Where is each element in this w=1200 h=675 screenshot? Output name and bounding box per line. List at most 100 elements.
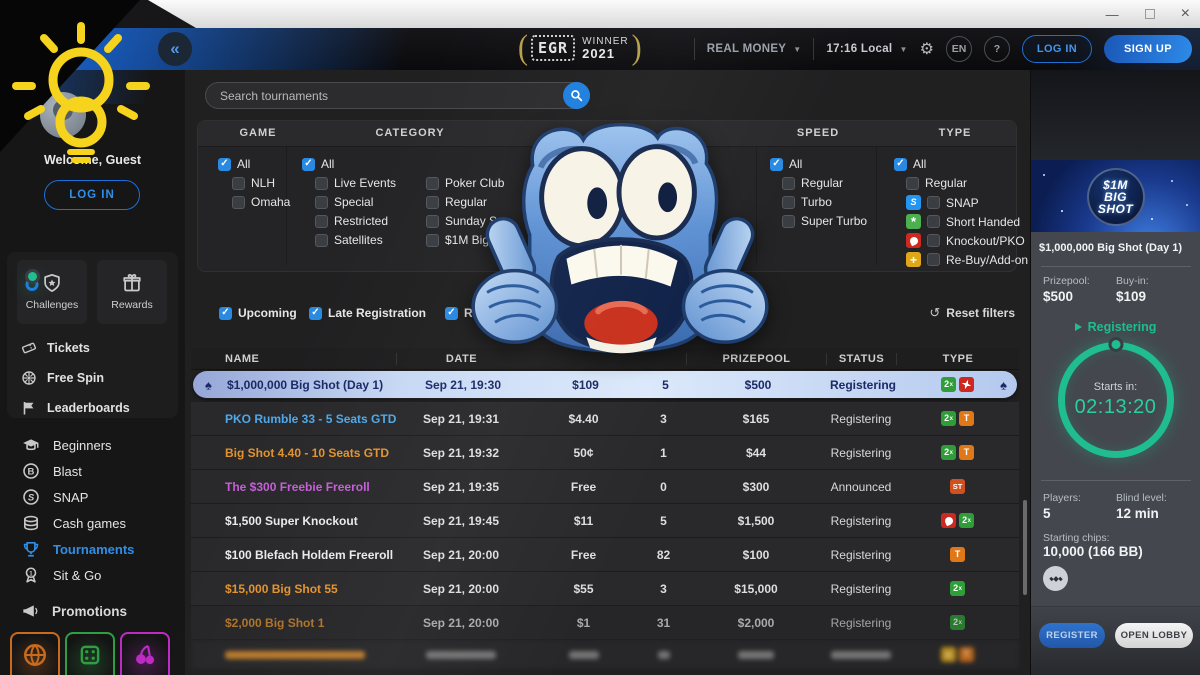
satellite-button[interactable] — [1043, 566, 1068, 591]
filter-checkbox-satellites[interactable]: Satellites — [315, 233, 383, 247]
reset-icon: ↺ — [929, 305, 940, 321]
sidebar-item-promotions[interactable]: Promotions — [0, 598, 185, 624]
table-row[interactable]: PKO Rumble 33 - 5 Seats GTD Sep 21, 19:3… — [191, 402, 1019, 436]
badge-reentry-icon: 2x — [941, 445, 956, 460]
tournament-table: $1,000,000 Big Shot (Day 1) Sep 21, 19:3… — [191, 370, 1019, 670]
egr-year: 2021 — [582, 47, 629, 60]
column-header-name[interactable]: NAME — [191, 353, 396, 365]
big-shot-banner[interactable]: $1M BIG SHOT — [1031, 160, 1200, 232]
tile-label: Rewards — [111, 299, 152, 311]
filter-label: Regular — [801, 176, 843, 190]
language-button[interactable]: EN — [946, 36, 972, 62]
filter-checkbox-re-buy-add-on[interactable]: +Re-Buy/Add-on — [906, 252, 1028, 267]
settings-gear-icon[interactable]: ⚙ — [920, 39, 934, 59]
search-button[interactable] — [563, 82, 590, 109]
table-row[interactable]: $100 Blefach Holdem Freeroll Sep 21, 20:… — [191, 538, 1019, 572]
table-row[interactable]: $1,500 Super Knockout Sep 21, 19:45 $11 … — [191, 504, 1019, 538]
help-button[interactable]: ? — [984, 36, 1010, 62]
open-lobby-button[interactable]: OPEN LOBBY — [1115, 623, 1193, 648]
login-button[interactable]: LOG IN — [1022, 35, 1092, 63]
sidebar-item-blast[interactable]: B Blast — [0, 458, 185, 484]
filter-checkbox-restricted[interactable]: Restricted — [315, 214, 388, 228]
checkbox-icon — [426, 234, 439, 247]
filter-checkbox-special[interactable]: Special — [315, 195, 373, 209]
sidebar-item-free-spin[interactable]: Free Spin — [21, 364, 178, 391]
toggle-late-registration[interactable]: Late Registration — [309, 306, 426, 320]
local-time-dropdown[interactable]: 17:16 Local ▼ — [826, 43, 907, 55]
filter-checkbox-sunday-sa[interactable]: Sunday Sa — [426, 214, 504, 228]
wheel-icon — [21, 370, 37, 386]
filter-checkbox-regular[interactable]: Regular — [782, 176, 843, 190]
table-row[interactable]: +T — [191, 640, 1019, 670]
checkbox-icon — [894, 158, 907, 171]
reset-filters-button[interactable]: ↺ Reset filters — [929, 305, 1015, 321]
trophy-icon — [22, 540, 40, 558]
satellite-icon — [1049, 572, 1063, 586]
checkbox-icon — [426, 196, 439, 209]
filter-checkbox-live-events[interactable]: Live Events — [315, 176, 396, 190]
table-row[interactable]: Big Shot 4.40 - 10 Seats GTD Sep 21, 19:… — [191, 436, 1019, 470]
badge-plus-icon: + — [906, 252, 921, 267]
toggle-upcoming[interactable]: Upcoming — [219, 306, 297, 320]
starts-in-label: Starts in: — [1094, 381, 1137, 393]
search-input[interactable] — [206, 89, 563, 103]
column-header-date[interactable]: DATE — [396, 353, 526, 365]
sidebar-item-cash-games[interactable]: Cash games — [0, 510, 185, 536]
badge-plus-icon: + — [941, 647, 956, 662]
table-header: NAMEDATE PRIZEPOOLSTATUSTYPE — [191, 348, 1019, 370]
collapse-sidebar-button[interactable]: « — [158, 32, 192, 66]
table-row[interactable]: $1,000,000 Big Shot (Day 1) Sep 21, 19:3… — [193, 371, 1017, 399]
checkbox-icon — [782, 177, 795, 190]
checkbox-icon — [782, 215, 795, 228]
filter-checkbox-all[interactable]: All — [302, 157, 334, 171]
sidebar-login-button[interactable]: LOG IN — [44, 180, 140, 210]
filter-checkbox-poker-club[interactable]: Poker Club — [426, 176, 504, 190]
game-tile-sport-ball[interactable] — [10, 632, 60, 675]
money-mode-dropdown[interactable]: REAL MONEY ▼ — [707, 43, 802, 55]
minimize-icon[interactable]: — — [1106, 8, 1119, 21]
checkbox-icon — [309, 307, 322, 320]
table-row[interactable]: The $300 Freebie Freeroll Sep 21, 19:35 … — [191, 470, 1019, 504]
sidebar-item-tournaments[interactable]: Tournaments — [0, 536, 185, 562]
filter-checkbox-knockout-pko[interactable]: Knockout/PKO — [906, 233, 1025, 248]
table-row[interactable]: $15,000 Big Shot 55 Sep 21, 20:00 $55 3 … — [191, 572, 1019, 606]
filter-checkbox-regular[interactable]: Regular — [906, 176, 967, 190]
register-button[interactable]: REGISTER — [1039, 623, 1105, 648]
table-row[interactable]: $2,000 Big Shot 1 Sep 21, 20:00 $1 31 $2… — [191, 606, 1019, 640]
filter-checkbox--1m-big-sho[interactable]: $1M Big Sho — [426, 233, 514, 247]
countdown-ring: Starts in: 02:13:20 — [1058, 342, 1174, 458]
prizepool-value: $500 — [1043, 289, 1116, 304]
column-header-prizepool[interactable]: PRIZEPOOL — [686, 353, 826, 365]
filter-checkbox-turbo[interactable]: Turbo — [782, 195, 832, 209]
filter-checkbox-all[interactable]: All — [218, 157, 250, 171]
column-header-status[interactable]: STATUS — [826, 353, 896, 365]
filter-checkbox-regular[interactable]: Regular — [426, 195, 487, 209]
filter-checkbox-all[interactable]: All — [770, 157, 802, 171]
filter-checkbox-short-handed[interactable]: *Short Handed — [906, 214, 1020, 229]
checkbox-icon — [927, 234, 940, 247]
banner-line-3: SHOT — [1098, 203, 1133, 215]
toggle-running[interactable]: Running — [445, 306, 513, 320]
filter-label: Turbo — [801, 195, 832, 209]
filter-checkbox-super-turbo[interactable]: Super Turbo — [782, 214, 867, 228]
filter-checkbox-all[interactable]: All — [894, 157, 926, 171]
sidebar-item-beginners[interactable]: Beginners — [0, 432, 185, 458]
table-scrollbar[interactable] — [1023, 500, 1027, 595]
divider — [694, 38, 695, 60]
column-header-type[interactable]: TYPE — [896, 353, 1019, 365]
filter-checkbox-snap[interactable]: SSNAP — [906, 195, 979, 210]
close-icon[interactable]: × — [1181, 6, 1190, 22]
game-tile-dice[interactable] — [65, 632, 115, 675]
signup-button[interactable]: SIGN UP — [1104, 35, 1192, 63]
sidebar-item-sit-go[interactable]: 1 Sit & Go — [0, 562, 185, 588]
checkbox-icon — [782, 196, 795, 209]
quick-link-label: Tickets — [47, 341, 90, 355]
sidebar-item-snap[interactable]: S SNAP — [0, 484, 185, 510]
maximize-icon[interactable] — [1145, 9, 1155, 19]
tile-rewards[interactable]: Rewards — [97, 260, 167, 324]
sidebar-item-leaderboards[interactable]: Leaderboards — [21, 394, 178, 421]
filter-checkbox-nlh[interactable]: NLH — [232, 176, 275, 190]
sidebar-item-tickets[interactable]: Tickets — [21, 334, 178, 361]
game-tile-cherries[interactable] — [120, 632, 170, 675]
filter-checkbox-omaha[interactable]: Omaha — [232, 195, 290, 209]
